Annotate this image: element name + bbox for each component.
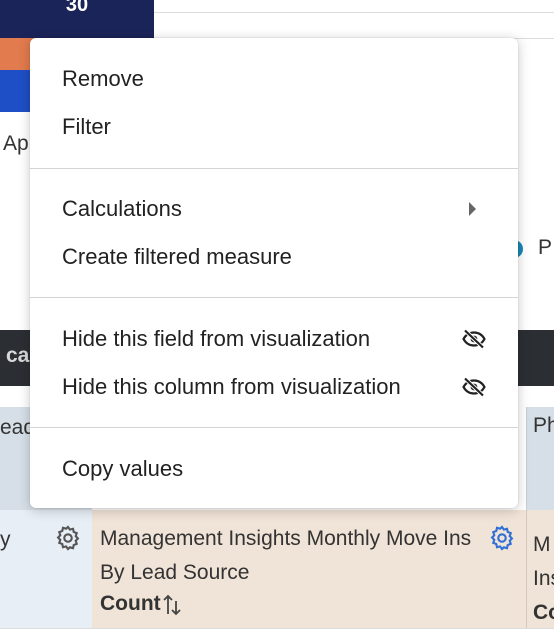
- divider: [0, 628, 554, 639]
- axis-label: Ap: [3, 132, 29, 155]
- menu-item-label: Create filtered measure: [62, 244, 292, 269]
- menu-item-remove[interactable]: Remove: [30, 55, 518, 103]
- chevron-right-icon: [469, 202, 476, 216]
- menu-item-hide-field[interactable]: Hide this field from visualization: [30, 315, 518, 363]
- menu-item-hide-column[interactable]: Hide this column from visualization: [30, 363, 518, 411]
- menu-separator: [30, 168, 518, 169]
- menu-separator: [30, 427, 518, 428]
- gear-icon[interactable]: [54, 524, 82, 557]
- menu-item-label: Copy values: [62, 456, 184, 481]
- field-cell-right-line: Co: [533, 601, 554, 624]
- menu-item-create-filtered-measure[interactable]: Create filtered measure: [30, 233, 518, 281]
- legend-label: P: [538, 236, 553, 259]
- context-menu: Remove Filter Calculations Create filter…: [30, 38, 518, 508]
- measure-label: Count: [100, 592, 161, 615]
- table-toolbar-label: ca: [6, 344, 30, 367]
- menu-item-label: Hide this column from visualization: [62, 374, 401, 399]
- menu-item-label: Filter: [62, 114, 111, 139]
- gear-icon[interactable]: [488, 524, 516, 557]
- field-cell-right-label: M Ins Co: [533, 528, 554, 630]
- menu-item-calculations[interactable]: Calculations: [30, 185, 518, 233]
- field-cell-left-label: y: [0, 528, 11, 551]
- field-cell-right-line: M: [533, 533, 551, 556]
- menu-item-filter[interactable]: Filter: [30, 103, 518, 151]
- field-title: Management Insights Monthly Move Ins By …: [100, 527, 472, 584]
- eye-slash-icon: [462, 376, 486, 404]
- menu-item-label: Remove: [62, 66, 144, 91]
- menu-separator: [30, 297, 518, 298]
- bar-value: 30: [65, 0, 89, 16]
- sort-icon[interactable]: [162, 593, 182, 622]
- chart-bar-navy: 30: [0, 0, 154, 38]
- header-cell-right-label: Ph: [533, 414, 554, 437]
- menu-item-label: Calculations: [62, 196, 182, 221]
- field-cell-right-line: Ins: [533, 567, 554, 590]
- eye-slash-icon: [462, 328, 486, 356]
- menu-item-copy-values[interactable]: Copy values: [30, 445, 518, 493]
- gridline: [154, 12, 554, 13]
- menu-item-label: Hide this field from visualization: [62, 326, 371, 351]
